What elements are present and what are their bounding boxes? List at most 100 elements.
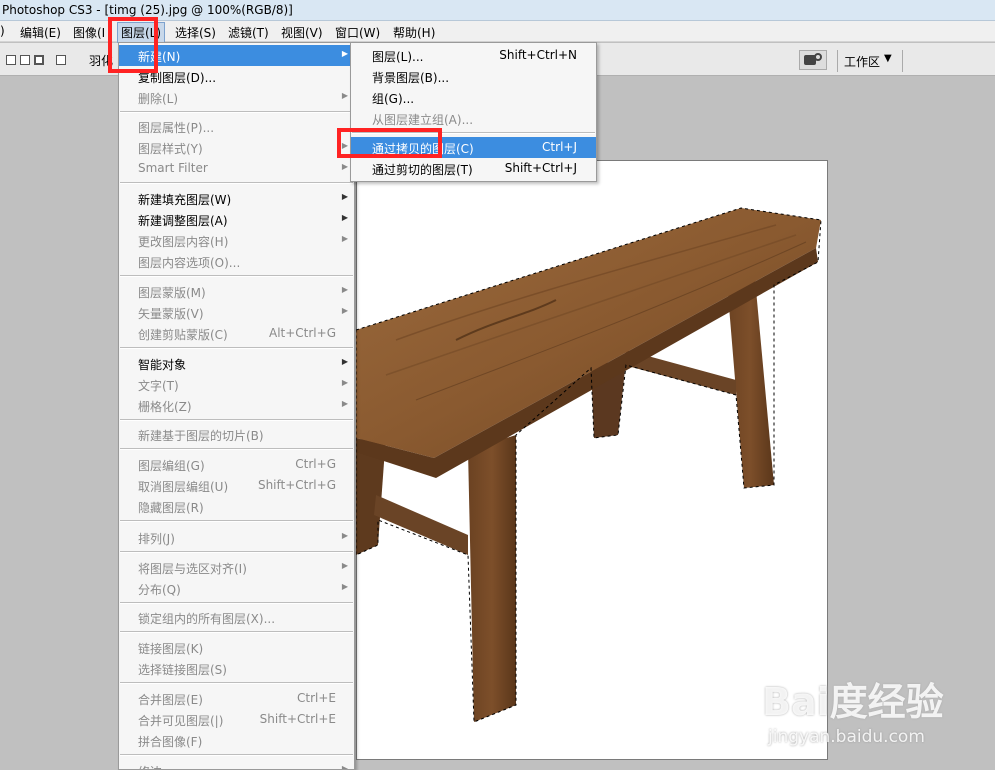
menu-separator xyxy=(120,275,353,277)
chevron-down-icon: ▼ xyxy=(884,53,892,64)
menu-separator xyxy=(120,631,353,633)
menu-item-label: 取消图层编组(U) xyxy=(138,480,229,494)
menu-item-group-layers[interactable]: 图层编组(G) Ctrl+G xyxy=(119,454,354,475)
menu-filter[interactable]: 滤镜(T) xyxy=(228,24,269,41)
submenu-arrow-icon: ▶ xyxy=(341,582,348,591)
menu-item-label: 图层(L)... xyxy=(372,50,424,64)
menu-item-new-layer-based-slice[interactable]: 新建基于图层的切片(B) xyxy=(119,424,354,445)
menu-item-label: 更改图层内容(H) xyxy=(138,235,229,249)
menu-edit[interactable]: 编辑(E) xyxy=(20,24,61,41)
menu-item-label: 通过剪切的图层(T) xyxy=(372,163,473,177)
menu-item-label: 选择链接图层(S) xyxy=(138,663,227,677)
menu-view[interactable]: 视图(V) xyxy=(281,24,323,41)
submenu-arrow-icon: ▶ xyxy=(341,764,348,770)
menu-item-shortcut: Ctrl+G xyxy=(295,457,336,471)
submenu-arrow-icon: ▶ xyxy=(341,192,348,201)
submenu-item-group-from-layers[interactable]: 从图层建立组(A)... xyxy=(351,108,596,129)
menu-item-label: 锁定组内的所有图层(X)... xyxy=(138,612,276,626)
menu-help[interactable]: 帮助(H) xyxy=(393,24,435,41)
menu-item-change-layer-content[interactable]: 更改图层内容(H) ▶ xyxy=(119,230,354,251)
menu-separator xyxy=(120,602,353,604)
watermark-logo: Bai度经验 xyxy=(762,680,944,724)
menu-item-label: 链接图层(K) xyxy=(138,642,204,656)
submenu-arrow-icon: ▶ xyxy=(341,91,348,100)
submenu-arrow-icon: ▶ xyxy=(341,306,348,315)
submenu-item-layer-via-cut[interactable]: 通过剪切的图层(T) Shift+Ctrl+J xyxy=(351,158,596,179)
bench-image xyxy=(356,207,822,723)
menu-item-flatten-image[interactable]: 拼合图像(F) xyxy=(119,730,354,751)
menu-item-shortcut: Shift+Ctrl+J xyxy=(504,161,577,175)
menu-item-layer-mask[interactable]: 图层蒙版(M) ▶ xyxy=(119,281,354,302)
menu-item-label: 组(G)... xyxy=(372,92,415,106)
menu-item-shortcut: Shift+Ctrl+N xyxy=(499,48,577,62)
menu-item-label: 隐藏图层(R) xyxy=(138,501,204,515)
menu-item-merge-layers[interactable]: 合并图层(E) Ctrl+E xyxy=(119,688,354,709)
menu-item-label: 合并图层(E) xyxy=(138,693,203,707)
menu-item-label: 栅格化(Z) xyxy=(138,400,192,414)
selection-new-icon[interactable] xyxy=(6,55,16,65)
menu-window[interactable]: 窗口(W) xyxy=(335,24,380,41)
menu-item-label: 新建基于图层的切片(B) xyxy=(138,429,264,443)
menu-item-label: 新建调整图层(A) xyxy=(138,214,228,228)
selection-subtract-icon[interactable] xyxy=(34,55,44,65)
submenu-item-background-layer[interactable]: 背景图层(B)... xyxy=(351,66,596,87)
menu-item-label: 图层编组(G) xyxy=(138,459,205,473)
highlight-box-layer-menu xyxy=(108,17,158,73)
menu-item-label: 图层蒙版(M) xyxy=(138,286,206,300)
menu-item-rasterize[interactable]: 栅格化(Z) ▶ xyxy=(119,395,354,416)
submenu-arrow-icon: ▶ xyxy=(341,399,348,408)
menu-item-shortcut: Shift+Ctrl+E xyxy=(259,712,336,726)
submenu-arrow-icon: ▶ xyxy=(341,285,348,294)
menu-item-label: 背景图层(B)... xyxy=(372,71,450,85)
submenu-item-group[interactable]: 组(G)... xyxy=(351,87,596,108)
menu-image[interactable]: 图像(I xyxy=(73,24,105,41)
menu-item-select-linked-layers[interactable]: 选择链接图层(S) xyxy=(119,658,354,679)
menu-item-label: 分布(Q) xyxy=(138,583,181,597)
menu-item-link-layers[interactable]: 链接图层(K) xyxy=(119,637,354,658)
menu-select[interactable]: 选择(S) xyxy=(175,24,216,41)
submenu-item-layer[interactable]: 图层(L)... Shift+Ctrl+N xyxy=(351,45,596,66)
menu-item-smart-filter[interactable]: Smart Filter ▶ xyxy=(119,158,354,179)
menu-item-merge-visible[interactable]: 合并可见图层(|) Shift+Ctrl+E xyxy=(119,709,354,730)
menu-item-distribute[interactable]: 分布(Q) ▶ xyxy=(119,578,354,599)
menu-item-label: 排列(J) xyxy=(138,532,175,546)
menu-item-vector-mask[interactable]: 矢量蒙版(V) ▶ xyxy=(119,302,354,323)
menu-separator xyxy=(120,551,353,553)
menu-item-new-adjustment-layer[interactable]: 新建调整图层(A) ▶ xyxy=(119,209,354,230)
menu-item-label: 修边 xyxy=(138,763,162,769)
menu-item-create-clipping-mask[interactable]: 创建剪贴蒙版(C) Alt+Ctrl+G xyxy=(119,323,354,344)
menu-separator xyxy=(120,111,353,113)
menu-item-shortcut: Shift+Ctrl+G xyxy=(257,478,336,492)
menu-item-hide-layers[interactable]: 隐藏图层(R) xyxy=(119,496,354,517)
menu-item-delete[interactable]: 删除(L) ▶ xyxy=(119,87,354,108)
menu-item-label: 图层内容选项(O)... xyxy=(138,256,241,270)
menu-separator xyxy=(120,182,353,184)
submenu-arrow-icon: ▶ xyxy=(341,49,348,58)
submenu-arrow-icon: ▶ xyxy=(341,531,348,540)
menu-separator xyxy=(120,448,353,450)
selection-add-icon[interactable] xyxy=(20,55,30,65)
bridge-button[interactable] xyxy=(799,50,827,70)
highlight-box-layer-via-copy xyxy=(337,128,442,158)
menu-item-layer-content-options[interactable]: 图层内容选项(O)... xyxy=(119,251,354,272)
menu-item-lock-all-layers-in-group[interactable]: 锁定组内的所有图层(X)... xyxy=(119,607,354,628)
workspace-button[interactable]: 工作区 ▼ xyxy=(837,50,903,72)
menu-item-label: 矢量蒙版(V) xyxy=(138,307,204,321)
menu-item-new-fill-layer[interactable]: 新建填充图层(W) ▶ xyxy=(119,188,354,209)
menu-item-matting[interactable]: 修边 ▶ xyxy=(119,760,354,770)
menu-item-smart-object[interactable]: 智能对象 ▶ xyxy=(119,353,354,374)
menu-separator xyxy=(120,682,353,684)
menu-item-ungroup-layers[interactable]: 取消图层编组(U) Shift+Ctrl+G xyxy=(119,475,354,496)
menu-file[interactable]: ) xyxy=(0,24,5,38)
menu-item-align-layers-to-selection[interactable]: 将图层与选区对齐(I) ▶ xyxy=(119,557,354,578)
menu-item-layer-style[interactable]: 图层样式(Y) ▶ xyxy=(119,137,354,158)
new-submenu: 图层(L)... Shift+Ctrl+N 背景图层(B)... 组(G)... … xyxy=(350,42,597,182)
selection-intersect-icon[interactable] xyxy=(56,55,66,65)
menu-item-layer-properties[interactable]: 图层属性(P)... xyxy=(119,116,354,137)
menu-item-label: 图层属性(P)... xyxy=(138,121,215,135)
submenu-arrow-icon: ▶ xyxy=(341,162,348,171)
menu-item-type[interactable]: 文字(T) ▶ xyxy=(119,374,354,395)
menu-item-arrange[interactable]: 排列(J) ▶ xyxy=(119,527,354,548)
menu-item-shortcut: Ctrl+J xyxy=(542,140,577,154)
submenu-arrow-icon: ▶ xyxy=(341,213,348,222)
